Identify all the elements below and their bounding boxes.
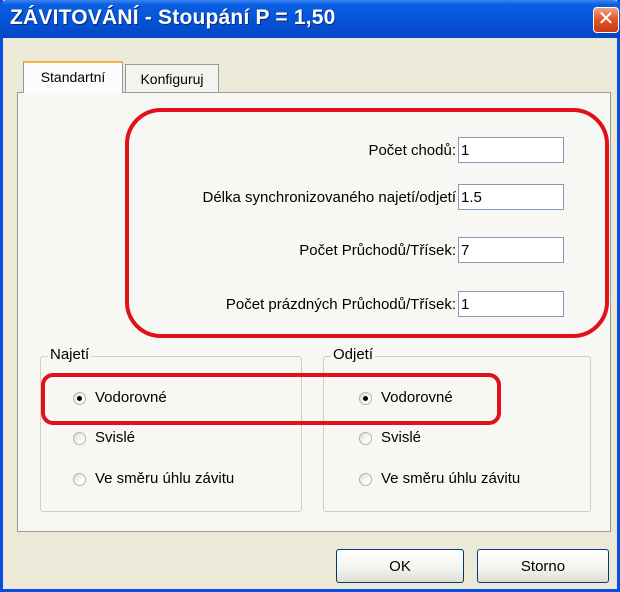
delka-synchronizovaneho-label: Délka synchronizovaného najetí/odjetí [202,189,457,206]
pocet-pruchodu-label: Počet Průchodů/Třísek: [299,242,456,259]
dialog-window: ZÁVITOVÁNÍ - Stoupání P = 1,50 ✕ Standar… [0,0,620,592]
najeti-option-ve-smeru-label: Ve směru úhlu závitu [95,470,235,487]
pocet-prazdnych-label: Počet prázdných Průchodů/Třísek: [225,296,456,313]
najeti-group-title: Najetí [48,346,92,363]
window-title: ZÁVITOVÁNÍ - Stoupání P = 1,50 [10,6,336,29]
tab-panel-standartni: Počet chodů: Délka synchronizovaného naj… [17,92,611,532]
odjeti-option-ve-smeru-label: Ve směru úhlu závitu [381,470,521,487]
najeti-option-vodorovne-label: Vodorovné [95,389,167,406]
tab-konfiguruj-label: Konfiguruj [140,71,204,87]
odjeti-group-title: Odjetí [331,346,376,363]
radio-selected-icon[interactable] [359,392,372,405]
delka-synchronizovaneho-input[interactable] [458,184,564,210]
radio-unselected-icon[interactable] [359,432,372,445]
najeti-group: Najetí Vodorovné Svislé Ve směru úhlu zá… [40,346,302,512]
tab-konfiguruj[interactable]: Konfiguruj [125,64,219,92]
radio-unselected-icon[interactable] [73,432,86,445]
pocet-pruchodu-input[interactable] [458,237,564,263]
title-bar[interactable]: ZÁVITOVÁNÍ - Stoupání P = 1,50 ✕ [0,0,620,38]
odjeti-option-svisle-label: Svislé [381,429,422,446]
tab-standartni-label: Standartní [40,69,106,85]
ok-button[interactable]: OK [336,549,464,583]
pocet-chodu-label: Počet chodů: [368,142,456,159]
najeti-option-svisle-label: Svislé [95,429,136,446]
close-icon: ✕ [597,8,615,30]
odjeti-option-vodorovne-label: Vodorovné [381,389,453,406]
cancel-button[interactable]: Storno [477,549,609,583]
radio-selected-icon[interactable] [73,392,86,405]
radio-unselected-icon[interactable] [359,473,372,486]
pocet-chodu-input[interactable] [458,137,564,163]
tab-standartni[interactable]: Standartní [23,61,123,93]
radio-unselected-icon[interactable] [73,473,86,486]
odjeti-group: Odjetí Vodorovné Svislé Ve směru úhlu zá… [323,346,591,512]
close-button[interactable]: ✕ [593,7,619,33]
pocet-prazdnych-input[interactable] [458,291,564,317]
